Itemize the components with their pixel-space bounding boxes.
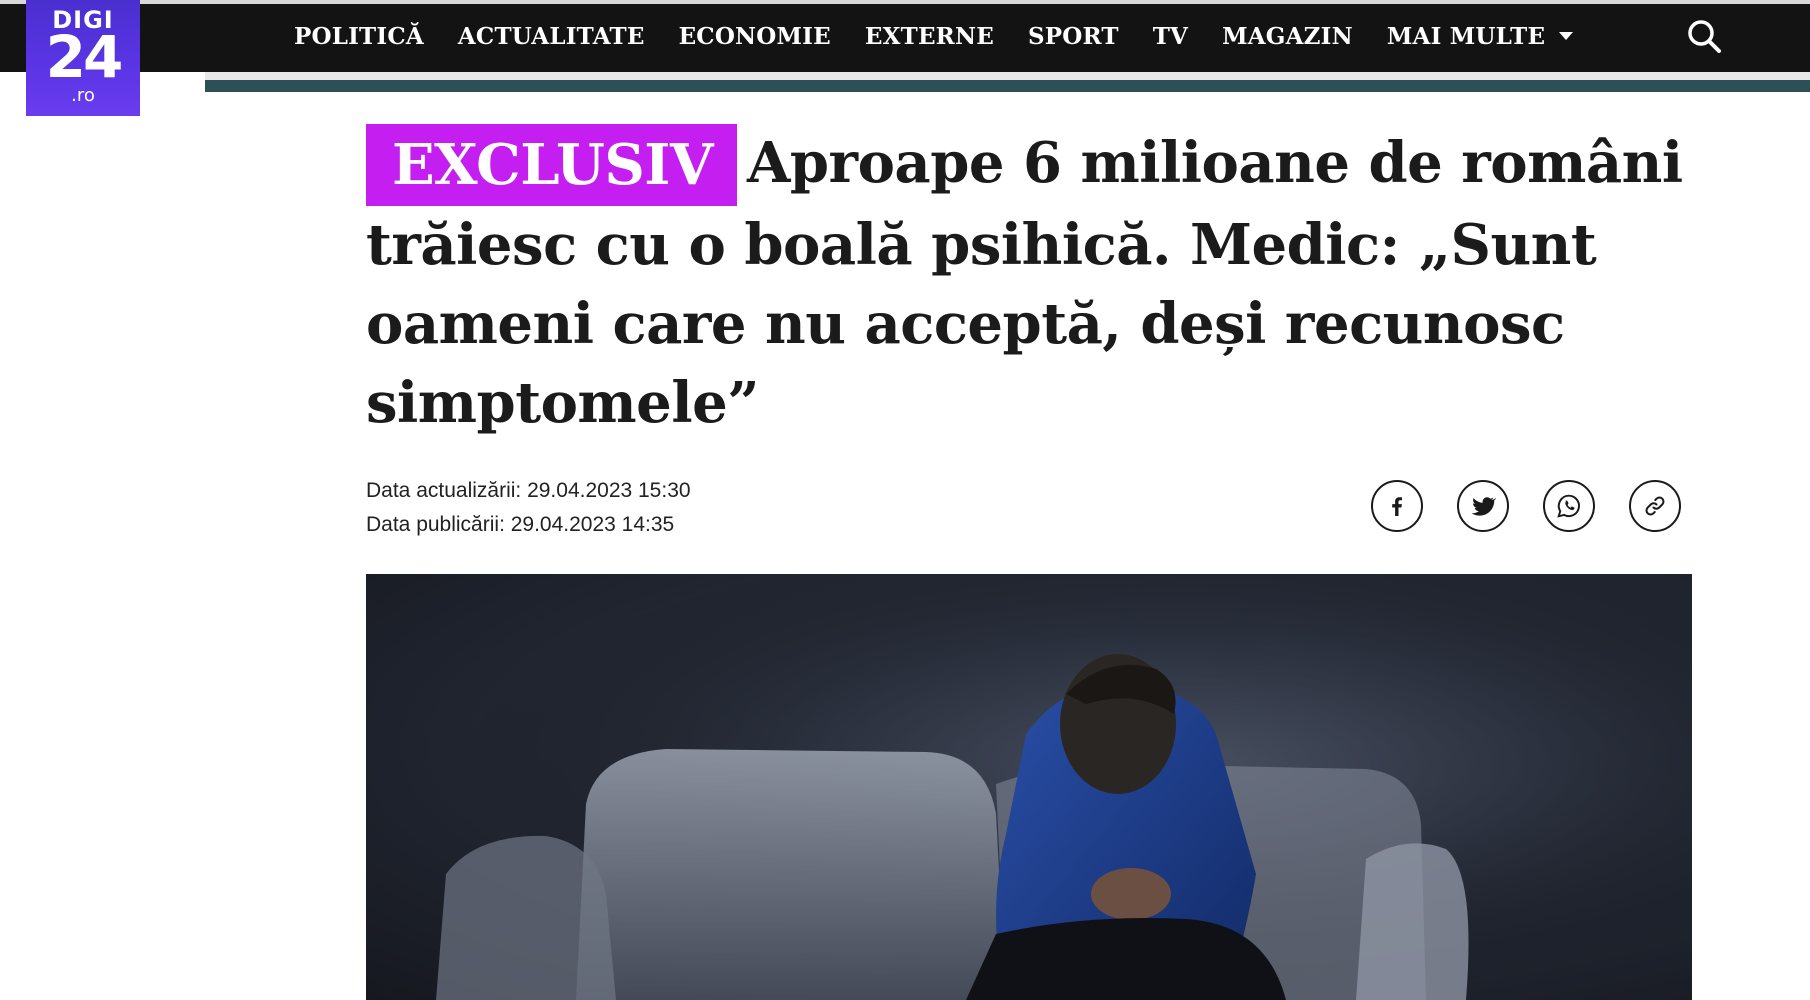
article-image xyxy=(366,574,1692,1000)
accent-bar xyxy=(205,80,1810,92)
article-dates: Data actualizării: 29.04.2023 15:30 Data… xyxy=(366,474,691,542)
article-photo-illustration xyxy=(366,574,1692,1000)
share-buttons xyxy=(1371,480,1681,532)
nav-item-mai-multe-label: MAI MULTE xyxy=(1386,22,1546,50)
published-date: Data publicării: 29.04.2023 14:35 xyxy=(366,513,675,536)
whatsapp-icon xyxy=(1557,494,1580,518)
logo-text-domain: .ro xyxy=(71,85,95,106)
nav-item-magazin[interactable]: MAGAZIN xyxy=(1222,23,1353,50)
logo-text-number: 24 xyxy=(45,23,124,91)
nav-item-economie[interactable]: ECONOMIE xyxy=(679,23,831,50)
site-logo[interactable]: DIGI 24 .ro xyxy=(26,0,140,116)
copy-link-button[interactable] xyxy=(1629,480,1681,532)
share-whatsapp-button[interactable] xyxy=(1543,480,1595,532)
main-nav: POLITICĂ ACTUALITATE ECONOMIE EXTERNE SP… xyxy=(294,0,1574,72)
exclusive-badge: EXCLUSIV xyxy=(366,124,737,206)
link-icon xyxy=(1645,496,1665,516)
caret-down-icon xyxy=(1559,32,1574,40)
twitter-icon xyxy=(1471,497,1496,516)
nav-item-mai-multe[interactable]: MAI MULTE xyxy=(1386,22,1574,50)
nav-item-externe[interactable]: EXTERNE xyxy=(865,23,994,50)
nav-divider xyxy=(205,72,1810,80)
facebook-icon xyxy=(1392,497,1402,516)
share-facebook-button[interactable] xyxy=(1371,480,1423,532)
nav-item-actualitate[interactable]: ACTUALITATE xyxy=(458,23,645,50)
nav-item-sport[interactable]: SPORT xyxy=(1028,23,1119,50)
nav-item-tv[interactable]: TV xyxy=(1153,23,1188,50)
article-headline: EXCLUSIV Aproape 6 milioane de români tră… xyxy=(366,124,1706,443)
share-twitter-button[interactable] xyxy=(1457,480,1509,532)
updated-date: Data actualizării: 29.04.2023 15:30 xyxy=(366,479,691,502)
search-icon xyxy=(1688,20,1721,53)
nav-item-politica[interactable]: POLITICĂ xyxy=(294,23,424,50)
search-button[interactable] xyxy=(1686,18,1722,54)
